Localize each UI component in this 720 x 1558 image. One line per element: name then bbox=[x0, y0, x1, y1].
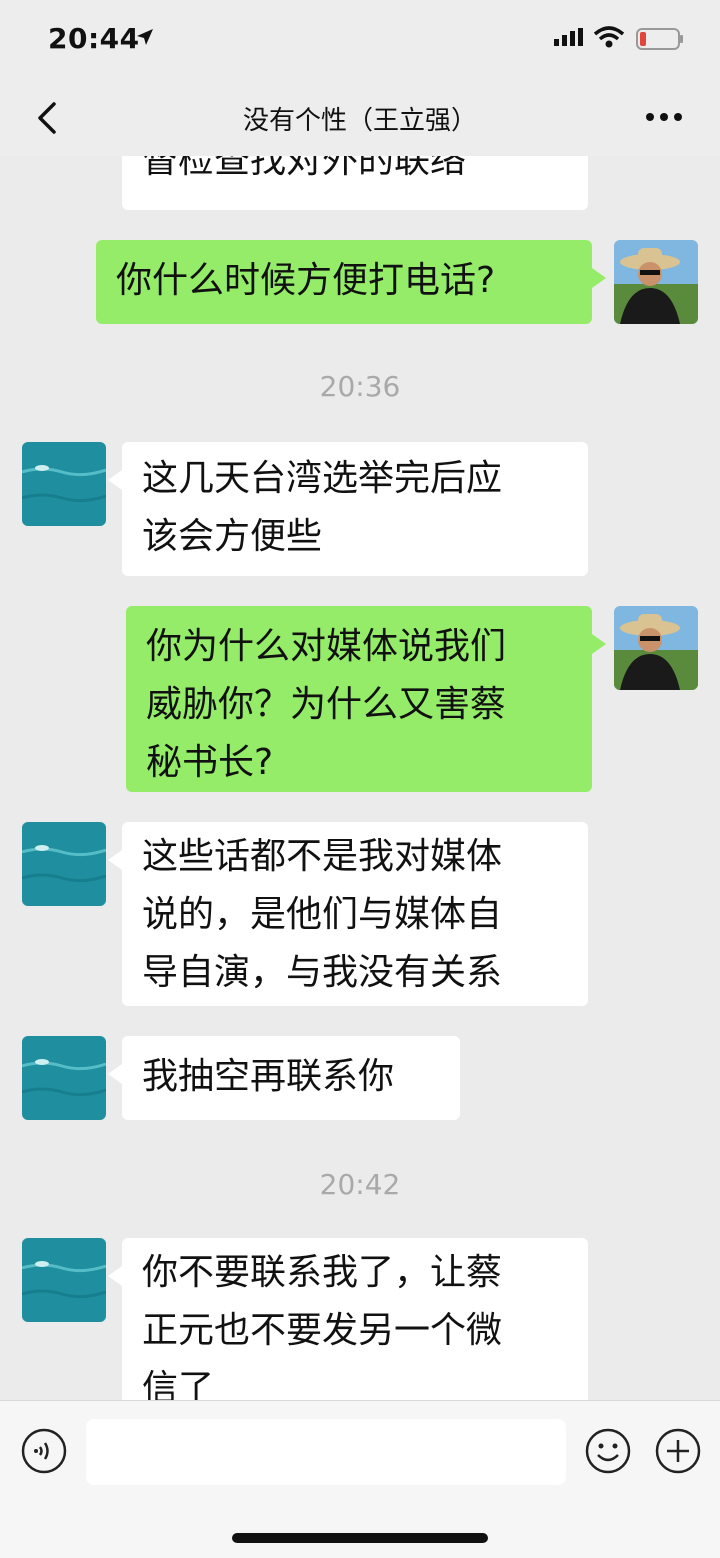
status-bar: 20:44 bbox=[0, 0, 720, 80]
incoming-message[interactable]: 这几天台湾选举完后应 该会方便些 bbox=[108, 442, 588, 576]
home-indicator[interactable] bbox=[232, 1533, 488, 1543]
input-bar bbox=[0, 1400, 720, 1558]
plus-icon[interactable] bbox=[654, 1427, 702, 1475]
contact-avatar[interactable] bbox=[22, 1036, 106, 1120]
avatar-sea-icon bbox=[22, 1036, 106, 1120]
message-line: 威胁你？为什么又害蔡 bbox=[146, 684, 507, 725]
incoming-message[interactable]: 这些话都不是我对媒体 说的，是他们与媒体自 导自演，与我没有关系 bbox=[108, 822, 588, 1006]
incoming-message[interactable]: 我抽空再联系你 bbox=[108, 1036, 460, 1120]
avatar-photo-icon bbox=[614, 240, 698, 324]
message-line: 秘书长? bbox=[146, 742, 274, 783]
contact-avatar[interactable] bbox=[22, 442, 106, 526]
timestamp: 20:42 bbox=[319, 1168, 401, 1201]
chat-title: 没有个性（王立强） bbox=[242, 106, 477, 136]
my-avatar[interactable] bbox=[614, 606, 698, 690]
my-avatar[interactable] bbox=[614, 240, 698, 324]
battery-icon bbox=[636, 28, 683, 50]
emoji-icon[interactable] bbox=[584, 1427, 632, 1475]
message-line: 督检查找对外的联络 bbox=[142, 156, 467, 181]
avatar-photo-icon bbox=[614, 606, 698, 690]
incoming-message[interactable]: 督检查找对外的联络 bbox=[122, 156, 588, 210]
message-line: 导自演，与我没有关系 bbox=[142, 952, 503, 993]
avatar-sea-icon bbox=[22, 1238, 106, 1322]
avatar-sea-icon bbox=[22, 442, 106, 526]
status-time: 20:44 bbox=[48, 22, 140, 55]
message-input[interactable] bbox=[86, 1419, 566, 1485]
outgoing-message[interactable]: 你什么时候方便打电话? bbox=[96, 240, 606, 324]
message-line: 这些话都不是我对媒体 bbox=[142, 836, 503, 877]
contact-avatar[interactable] bbox=[22, 1238, 106, 1322]
message-list[interactable]: 督检查找对外的联络 你什么时候方便打电话? 20:36 这几天台湾选举完后应 该… bbox=[0, 156, 720, 1400]
message-line: 正元也不要发另一个微 bbox=[142, 1310, 503, 1351]
message-line: 说的，是他们与媒体自 bbox=[142, 894, 503, 935]
chat-header: 没有个性（王立强） bbox=[0, 80, 720, 156]
signal-icon bbox=[554, 28, 583, 46]
contact-avatar[interactable] bbox=[22, 822, 106, 906]
message-line: 你为什么对媒体说我们 bbox=[146, 626, 507, 667]
more-icon[interactable] bbox=[640, 102, 688, 132]
incoming-message[interactable]: 你不要联系我了，让蔡 正元也不要发另一个微 信了 bbox=[108, 1238, 588, 1400]
message-line: 信了 bbox=[142, 1368, 215, 1400]
wifi-icon bbox=[594, 26, 624, 48]
message-line: 我抽空再联系你 bbox=[142, 1056, 395, 1097]
message-line: 这几天台湾选举完后应 bbox=[142, 458, 503, 499]
outgoing-message[interactable]: 你为什么对媒体说我们 威胁你？为什么又害蔡 秘书长? bbox=[126, 606, 606, 792]
message-line: 你什么时候方便打电话? bbox=[116, 260, 496, 301]
location-arrow-icon bbox=[137, 29, 153, 45]
voice-icon[interactable] bbox=[20, 1427, 68, 1475]
message-line: 该会方便些 bbox=[142, 516, 323, 557]
avatar-sea-icon bbox=[22, 822, 106, 906]
message-line: 你不要联系我了，让蔡 bbox=[142, 1252, 503, 1293]
timestamp: 20:36 bbox=[319, 370, 401, 403]
